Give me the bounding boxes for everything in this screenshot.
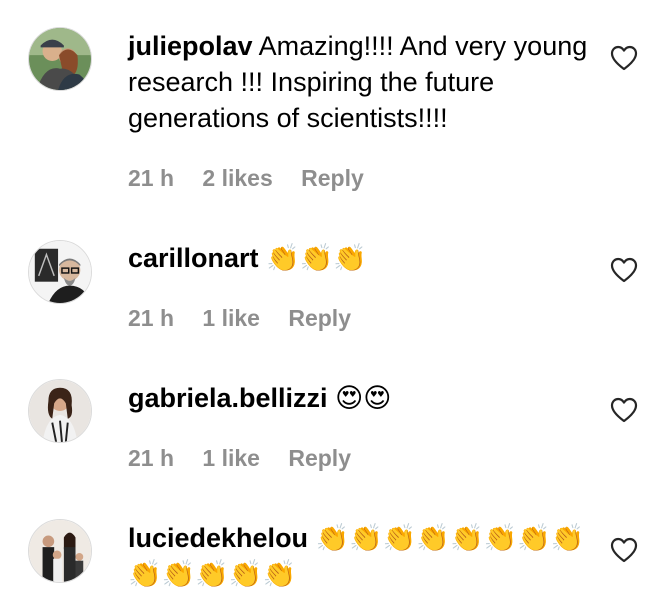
comment-likes-link[interactable]: 2 likes	[202, 165, 272, 191]
comment-username[interactable]: juliepolav	[128, 31, 253, 61]
avatar[interactable]	[28, 379, 92, 443]
comment-timestamp: 21 h	[128, 305, 175, 331]
avatar-couple-photo-icon	[29, 28, 91, 90]
comment-meta: 21 h 1 like Reply	[128, 445, 373, 472]
heart-outline-icon	[610, 45, 638, 71]
comment-username[interactable]: carillonart	[128, 243, 259, 273]
avatar[interactable]	[28, 519, 92, 583]
comment-likes-link[interactable]: 1 like	[202, 445, 260, 471]
comment-body: carillonart 👏👏👏	[128, 240, 588, 276]
comment-meta: 21 h 2 likes Reply	[128, 165, 386, 192]
reply-button[interactable]: Reply	[288, 445, 351, 471]
like-button[interactable]	[610, 257, 638, 283]
comment-likes-link[interactable]: 1 like	[202, 305, 260, 331]
comment-body: gabriela.bellizzi 😍😍	[128, 380, 588, 416]
heart-outline-icon	[610, 397, 638, 423]
comment-meta: 21 h 1 like Reply	[128, 305, 373, 332]
like-button[interactable]	[610, 45, 638, 71]
reply-button[interactable]: Reply	[288, 305, 351, 331]
heart-outline-icon	[610, 257, 638, 283]
comment-timestamp: 21 h	[128, 165, 175, 191]
heart-outline-icon	[610, 537, 638, 563]
reply-button[interactable]: Reply	[301, 165, 364, 191]
comment-body: luciedekhelou 👏👏👏👏👏👏👏👏👏👏👏👏👏	[128, 520, 588, 592]
avatar[interactable]	[28, 27, 92, 91]
avatar-man-glasses-photo-icon	[29, 241, 91, 303]
like-button[interactable]	[610, 397, 638, 423]
like-button[interactable]	[610, 537, 638, 563]
comment-text: 👏👏👏	[266, 243, 367, 273]
avatar-family-photo-icon	[29, 520, 91, 582]
comment-body: juliepolav Amazing!!!! And very young re…	[128, 28, 588, 136]
avatar-woman-photo-icon	[29, 380, 91, 442]
comment-username[interactable]: luciedekhelou	[128, 523, 308, 553]
avatar[interactable]	[28, 240, 92, 304]
comment-username[interactable]: gabriela.bellizzi	[128, 383, 328, 413]
comment-text: 😍😍	[335, 383, 392, 413]
comment-timestamp: 21 h	[128, 445, 175, 471]
